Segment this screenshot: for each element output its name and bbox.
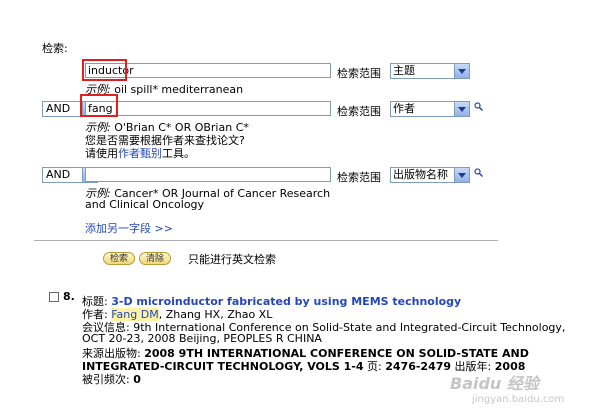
operator-value: AND (46, 102, 71, 115)
result-conf-line2: OCT 20-23, 2008 Beijing, PEOPLES R CHINA (82, 332, 322, 345)
result-cited-line: 被引频次: 0 (82, 371, 141, 387)
field-select-value: 作者 (393, 102, 415, 115)
cited-value: 0 (133, 373, 141, 386)
search-button[interactable]: 检索 (103, 252, 135, 265)
example-text: oil spill* mediterranean (114, 83, 244, 96)
field-select-value: 出版物名称 (393, 168, 448, 181)
author-finder-link[interactable]: 作者甄别 (118, 147, 162, 160)
pages-label: 页: (367, 360, 382, 373)
highlight-box-author (80, 94, 118, 117)
chevron-down-icon (454, 102, 469, 116)
hint-post: 工具。 (162, 147, 195, 160)
field-select-publication[interactable]: 出版物名称 (390, 167, 470, 183)
result-number: 8. (63, 290, 75, 303)
chevron-down-icon (454, 64, 469, 78)
search-icon[interactable] (474, 102, 483, 111)
pages-value: 2476-2479 (385, 360, 452, 373)
chevron-down-icon (454, 168, 469, 182)
search-input-publication[interactable] (85, 167, 331, 182)
add-field-link[interactable]: 添加另一字段 >> (85, 220, 173, 236)
search-icon[interactable] (474, 168, 483, 177)
hint-pre: 请使用 (85, 147, 118, 160)
operator-value: AND (46, 168, 71, 181)
clear-button[interactable]: 清除 (139, 252, 171, 265)
field-label: 检索范围 (337, 171, 381, 184)
field-label: 检索范围 (337, 67, 381, 80)
result-checkbox[interactable] (49, 292, 59, 302)
search-input-author[interactable]: fang (85, 101, 331, 116)
english-only-note: 只能进行英文检索 (188, 253, 276, 266)
field-select-topic[interactable]: 主题 (390, 63, 470, 79)
cited-label: 被引频次: (82, 373, 130, 386)
field-select-value: 主题 (393, 64, 415, 77)
field-select-author[interactable]: 作者 (390, 101, 470, 117)
field-label: 检索范围 (337, 105, 381, 118)
highlight-box-topic (82, 59, 127, 81)
search-heading: 检索: (42, 42, 68, 55)
divider (34, 240, 498, 241)
watermark-logo: Baidu 经验 (450, 374, 539, 393)
example-text-line2: and Clinical Oncology (85, 198, 205, 211)
watermark-url: jingyan.baidu.com (472, 394, 565, 405)
author-hint-line2: 请使用作者甄别工具。 (85, 145, 195, 161)
